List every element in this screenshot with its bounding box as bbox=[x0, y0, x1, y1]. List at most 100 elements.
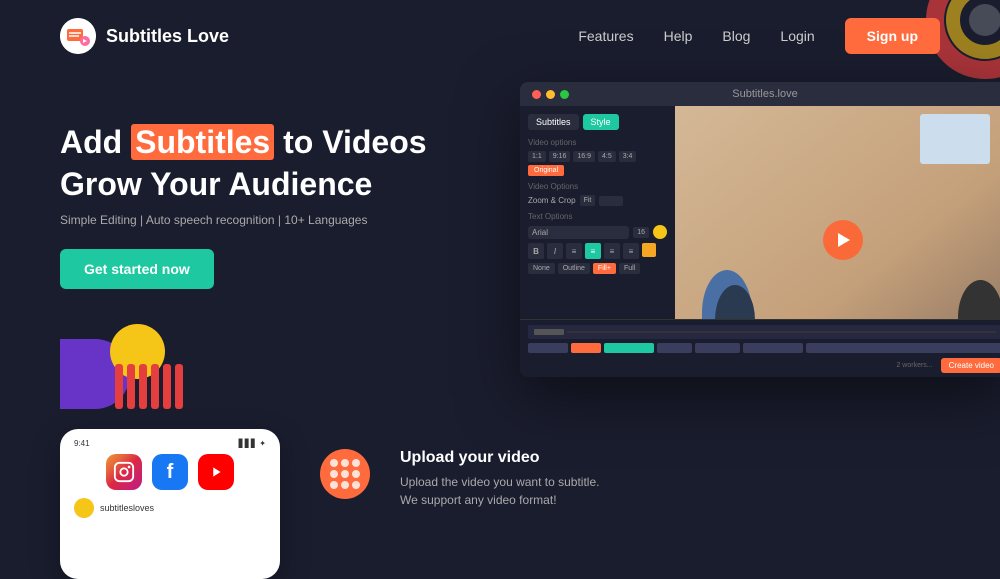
text-format-row: B I ≡ ≡ ≡ ≡ bbox=[528, 243, 667, 259]
bottom-section: 9:41 ▋▋▋ ✦ f su bbox=[0, 409, 1000, 579]
stripe-2 bbox=[127, 364, 135, 409]
app-window: Subtitles.love Subtitles Style Video opt… bbox=[520, 82, 1000, 377]
outline-none[interactable]: None bbox=[528, 263, 555, 274]
dot-1 bbox=[330, 459, 338, 467]
nav-blog[interactable]: Blog bbox=[722, 28, 750, 44]
align-right-btn[interactable]: ≡ bbox=[604, 243, 620, 259]
upload-section: Upload your video Upload the video you w… bbox=[320, 429, 599, 509]
fit-toggle[interactable] bbox=[599, 196, 623, 206]
dot-red bbox=[532, 90, 541, 99]
zoom-crop-row: Zoom & Crop Fit bbox=[528, 195, 667, 206]
user-avatar bbox=[74, 498, 94, 518]
tl-line bbox=[567, 331, 996, 333]
instagram-icon bbox=[106, 454, 142, 490]
phone-signal: ▋▋▋ ✦ bbox=[239, 439, 266, 448]
align-center-btn[interactable]: ≡ bbox=[585, 243, 601, 259]
phone-status-bar: 9:41 ▋▋▋ ✦ bbox=[70, 439, 270, 448]
outline-fill[interactable]: Fill+ bbox=[593, 263, 616, 274]
hero-subtitle: Simple Editing | Auto speech recognition… bbox=[60, 213, 500, 227]
tl-seg-5 bbox=[743, 343, 803, 353]
upload-desc: Upload the video you want to subtitle.We… bbox=[400, 473, 599, 509]
play-icon bbox=[838, 233, 850, 247]
title-post: to Videos bbox=[274, 124, 426, 160]
tl-seg-green bbox=[604, 343, 654, 353]
text-options-label: Text Options bbox=[528, 212, 667, 221]
tl-marker bbox=[534, 329, 564, 335]
stripe-5 bbox=[163, 364, 171, 409]
upload-icon bbox=[320, 449, 370, 499]
ratio-3-4[interactable]: 3:4 bbox=[619, 151, 637, 162]
ratio-1-1[interactable]: 1:1 bbox=[528, 151, 546, 162]
tab-subtitles[interactable]: Subtitles bbox=[528, 114, 579, 130]
nav-features[interactable]: Features bbox=[578, 28, 633, 44]
workers-text: 2 workers... bbox=[896, 362, 932, 369]
sidebar-tabs: Subtitles Style bbox=[528, 114, 667, 130]
dot-6 bbox=[352, 470, 360, 478]
hero-title: Add Subtitles to Videos Grow Your Audien… bbox=[60, 122, 500, 205]
tl-seg-1 bbox=[528, 343, 568, 353]
window-title: Subtitles.love bbox=[732, 88, 797, 100]
nav-help[interactable]: Help bbox=[664, 28, 693, 44]
outline-full[interactable]: Full bbox=[619, 263, 640, 274]
ratio-original[interactable]: Original bbox=[528, 165, 564, 176]
tab-style[interactable]: Style bbox=[583, 114, 619, 130]
phone-mockup: 9:41 ▋▋▋ ✦ f su bbox=[60, 429, 280, 579]
ratio-4-5[interactable]: 4:5 bbox=[598, 151, 616, 162]
upload-text: Upload your video Upload the video you w… bbox=[400, 449, 599, 509]
dot-yellow bbox=[546, 90, 555, 99]
studio-window bbox=[920, 114, 990, 164]
navigation: Subtitles Love Features Help Blog Login … bbox=[0, 0, 1000, 72]
play-button[interactable] bbox=[823, 220, 863, 260]
logo: Subtitles Love bbox=[60, 18, 229, 54]
timeline-tracks bbox=[520, 341, 1000, 355]
font-row: Arial 16 bbox=[528, 225, 667, 239]
get-started-button[interactable]: Get started now bbox=[60, 249, 214, 289]
phone-apps-row: f bbox=[70, 454, 270, 490]
bold-btn[interactable]: B bbox=[528, 243, 544, 259]
create-video-button[interactable]: Create video bbox=[941, 358, 1000, 373]
signup-button[interactable]: Sign up bbox=[845, 18, 940, 54]
deco-left bbox=[60, 319, 500, 409]
username: subtitlesloves bbox=[100, 503, 154, 513]
nav-login[interactable]: Login bbox=[780, 28, 814, 44]
youtube-icon bbox=[198, 454, 234, 490]
hero-left: Add Subtitles to Videos Grow Your Audien… bbox=[60, 82, 500, 409]
tl-seg-6 bbox=[806, 343, 1000, 353]
text-color[interactable] bbox=[642, 243, 656, 257]
title-line2: Grow Your Audience bbox=[60, 166, 372, 202]
align-left-btn[interactable]: ≡ bbox=[566, 243, 582, 259]
tl-seg-active bbox=[571, 343, 601, 353]
ratio-16-9[interactable]: 16:9 bbox=[573, 151, 595, 162]
ratio-buttons: 1:1 9:16 16:9 4:5 3:4 Original bbox=[528, 151, 667, 176]
dot-9 bbox=[352, 481, 360, 489]
font-select[interactable]: Arial bbox=[528, 226, 629, 239]
tl-seg-4 bbox=[695, 343, 740, 353]
outline-outline[interactable]: Outline bbox=[558, 263, 590, 274]
tl-seg-3 bbox=[657, 343, 692, 353]
title-highlight: Subtitles bbox=[131, 124, 274, 160]
ratio-9-16[interactable]: 9:16 bbox=[549, 151, 571, 162]
phone-time: 9:41 bbox=[74, 439, 90, 448]
timeline-actions: 2 workers... Create video bbox=[520, 358, 1000, 373]
color-picker[interactable] bbox=[653, 225, 667, 239]
facebook-icon: f bbox=[152, 454, 188, 490]
video-options-2-label: Video Options bbox=[528, 182, 667, 191]
outline-row: None Outline Fill+ Full bbox=[528, 263, 667, 274]
dot-5 bbox=[341, 470, 349, 478]
font-size[interactable]: 16 bbox=[633, 227, 649, 238]
stripe-4 bbox=[151, 364, 159, 409]
deco-stripes bbox=[115, 364, 183, 409]
hero-right: Subtitles.love Subtitles Style Video opt… bbox=[520, 82, 1000, 377]
logo-icon bbox=[60, 18, 96, 54]
stripe-3 bbox=[139, 364, 147, 409]
hero-section: Add Subtitles to Videos Grow Your Audien… bbox=[0, 72, 1000, 409]
align-justify-btn[interactable]: ≡ bbox=[623, 243, 639, 259]
stripe-6 bbox=[175, 364, 183, 409]
upload-dots-grid bbox=[325, 454, 365, 494]
italic-btn[interactable]: I bbox=[547, 243, 563, 259]
timeline-ruler bbox=[528, 325, 1000, 339]
dot-8 bbox=[341, 481, 349, 489]
fit-option[interactable]: Fit bbox=[580, 195, 596, 206]
dot-7 bbox=[330, 481, 338, 489]
dot-2 bbox=[341, 459, 349, 467]
